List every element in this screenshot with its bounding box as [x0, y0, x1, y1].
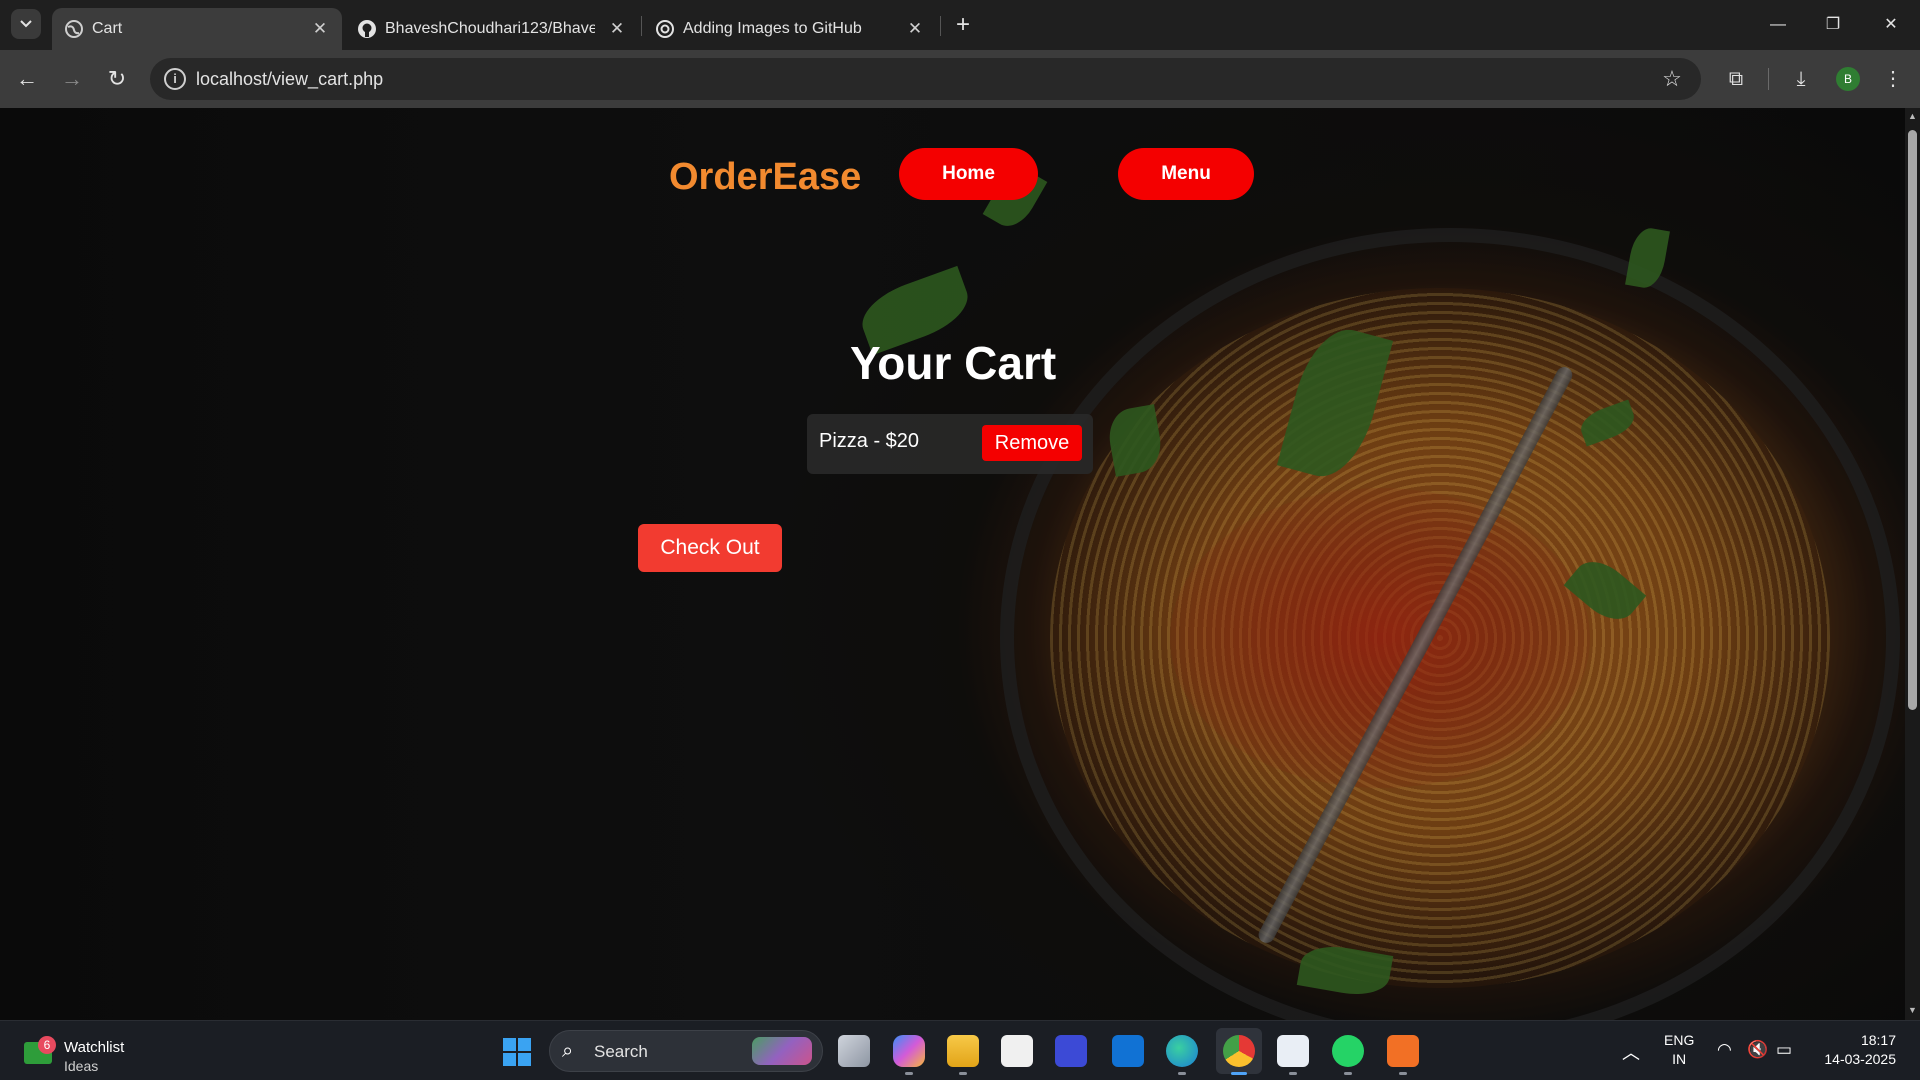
xampp-icon[interactable]	[1387, 1035, 1419, 1067]
whatsapp-icon[interactable]	[1332, 1035, 1364, 1067]
new-tab-button[interactable]: +	[950, 12, 976, 38]
minimize-icon: —	[1770, 16, 1786, 33]
download-icon: ⤓	[1796, 68, 1806, 90]
windows-logo-icon	[503, 1038, 516, 1051]
scroll-down-icon[interactable]: ▼	[1908, 1006, 1917, 1015]
clock-date: 14-03-2025	[1824, 1051, 1896, 1067]
back-button[interactable]: ←	[12, 64, 42, 94]
widget-subtitle: Ideas	[64, 1058, 99, 1074]
profile-avatar[interactable]: B	[1836, 67, 1860, 91]
edge-icon[interactable]	[1166, 1035, 1198, 1067]
search-placeholder: Search	[594, 1042, 648, 1061]
restore-icon: ❐	[1825, 16, 1841, 33]
active-indicator	[1231, 1072, 1247, 1075]
checkout-button[interactable]: Check Out	[638, 524, 782, 572]
running-indicator	[1178, 1072, 1186, 1075]
taskbar-search[interactable]: ⌕ Search	[549, 1030, 823, 1072]
menu-nav-button[interactable]: Menu	[1118, 148, 1254, 200]
system-clock[interactable]: 18:17 14-03-2025	[1810, 1031, 1896, 1069]
page-viewport: OrderEase Home Menu Your Cart Pizza - $2…	[0, 108, 1905, 1020]
close-icon[interactable]: ✕	[607, 19, 627, 39]
widget-title: Watchlist	[64, 1039, 125, 1056]
reload-icon: ↻	[107, 66, 127, 91]
chrome-icon[interactable]	[1223, 1035, 1255, 1067]
browser-toolbar: ← → ↻ i localhost/view_cart.php ☆ ⧉ ⤓ B …	[0, 50, 1920, 108]
openai-icon	[655, 19, 675, 39]
tab-github[interactable]: BhaveshChoudhari123/Bhavesh ✕	[345, 8, 635, 50]
arrow-left-icon: ←	[16, 66, 38, 91]
windows-logo-icon	[518, 1038, 531, 1051]
remove-button[interactable]: Remove	[982, 425, 1082, 461]
windows-taskbar: 6 Watchlist Ideas ⌕ Search ︿ ENG IN ◠ 🔇 …	[0, 1020, 1920, 1080]
reload-button[interactable]: ↻	[102, 64, 132, 94]
arrow-right-icon: →	[61, 66, 83, 91]
home-button[interactable]: Home	[899, 148, 1038, 200]
show-hidden-icons-chevron-up-icon[interactable]: ︿	[1622, 1039, 1640, 1065]
plus-icon: +	[955, 11, 970, 38]
star-icon[interactable]: ☆	[1659, 66, 1685, 92]
restore-button[interactable]: ❐	[1818, 10, 1848, 40]
language-indicator[interactable]: ENG IN	[1664, 1031, 1694, 1069]
wifi-icon[interactable]: ◠	[1717, 1040, 1732, 1060]
scrollbar-thumb[interactable]	[1908, 130, 1917, 710]
forward-button[interactable]: →	[57, 64, 87, 94]
globe-icon	[64, 19, 84, 39]
tab-divider	[641, 16, 642, 36]
running-indicator	[1399, 1072, 1407, 1075]
task-view-icon[interactable]	[838, 1035, 870, 1067]
tab-title: BhaveshChoudhari123/Bhavesh	[385, 20, 595, 37]
url-text[interactable]: localhost/view_cart.php	[196, 69, 383, 90]
puzzle-icon: ⧉	[1728, 68, 1744, 90]
page-title: Your Cart	[850, 337, 1057, 389]
address-bar[interactable]: i localhost/view_cart.php ☆	[150, 58, 1701, 100]
info-icon[interactable]: i	[164, 68, 186, 90]
microsoft-store-icon[interactable]	[1001, 1035, 1033, 1067]
clock-time: 18:17	[1860, 1032, 1896, 1048]
cart-item-label: Pizza - $20	[819, 430, 920, 452]
outlook-icon[interactable]	[1112, 1035, 1144, 1067]
extensions-button[interactable]: ⧉	[1721, 64, 1751, 94]
close-icon: ✕	[1884, 16, 1898, 33]
file-explorer-icon[interactable]	[947, 1035, 979, 1067]
tab-search-button[interactable]	[11, 9, 41, 39]
battery-icon[interactable]: ▭	[1776, 1040, 1792, 1060]
tab-strip: Cart ✕ BhaveshChoudhari123/Bhavesh ✕ Add…	[0, 0, 1920, 50]
search-icon: ⌕	[562, 1040, 574, 1062]
volume-muted-icon[interactable]: 🔇	[1747, 1040, 1768, 1060]
tab-divider	[940, 16, 941, 36]
language-code: ENG	[1664, 1032, 1695, 1048]
close-window-button[interactable]: ✕	[1876, 10, 1906, 40]
visual-studio-icon[interactable]	[1055, 1035, 1087, 1067]
scroll-up-icon[interactable]: ▲	[1908, 112, 1917, 121]
brand-logo[interactable]: OrderEase	[669, 156, 861, 199]
tab-title: Adding Images to GitHub	[683, 20, 862, 37]
windows-logo-icon	[518, 1053, 531, 1066]
tab-title: Cart	[92, 20, 123, 37]
running-indicator	[1289, 1072, 1297, 1075]
notepad-icon[interactable]	[1277, 1035, 1309, 1067]
close-icon[interactable]: ✕	[905, 19, 925, 39]
copilot-icon[interactable]	[893, 1035, 925, 1067]
minimize-button[interactable]: —	[1763, 10, 1793, 40]
notification-badge: 6	[38, 1036, 56, 1054]
cart-item: Pizza - $20 Remove	[807, 414, 1093, 474]
chevron-down-icon	[20, 20, 32, 28]
background-overlay	[0, 108, 1905, 1020]
tab-adding-images[interactable]: Adding Images to GitHub ✕	[643, 8, 933, 50]
page-scrollbar[interactable]: ▲ ▼	[1905, 108, 1920, 1020]
search-highlight-art	[752, 1037, 812, 1065]
running-indicator	[959, 1072, 967, 1075]
start-button[interactable]	[503, 1038, 531, 1066]
kebab-menu-icon: ⋮	[1883, 68, 1903, 90]
downloads-button[interactable]: ⤓	[1786, 64, 1816, 94]
toolbar-divider	[1768, 68, 1769, 90]
language-region: IN	[1672, 1051, 1687, 1067]
running-indicator	[1344, 1072, 1352, 1075]
close-icon[interactable]: ✕	[310, 19, 330, 39]
running-indicator	[905, 1072, 913, 1075]
windows-logo-icon	[503, 1053, 516, 1066]
menu-button[interactable]: ⋮	[1878, 64, 1908, 94]
tab-cart[interactable]: Cart ✕	[52, 8, 342, 50]
github-icon	[357, 19, 377, 39]
